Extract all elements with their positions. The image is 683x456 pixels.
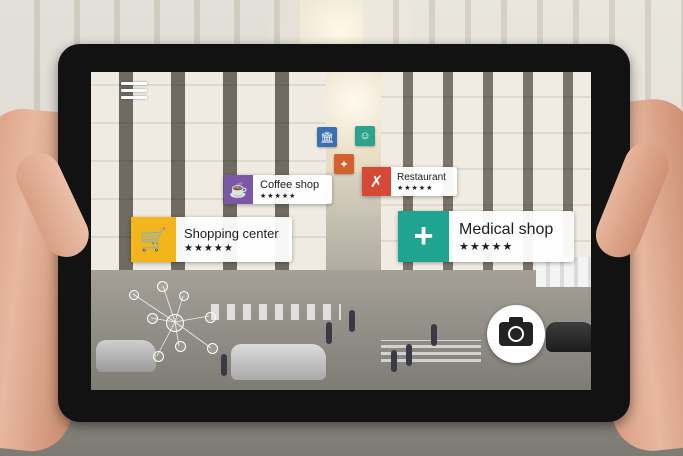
pedestrian [221, 354, 227, 376]
coffee-cup-icon: ☕ [224, 175, 253, 204]
poi-label: Shopping center [184, 225, 279, 241]
poi-card-shopping-center[interactable]: 🛒 Shopping center ★★★★★ [131, 217, 292, 262]
pedestrian [349, 310, 355, 332]
camera-button[interactable] [487, 305, 545, 363]
rating-stars: ★★★★★ [397, 184, 434, 192]
network-node [157, 281, 168, 292]
shopping-cart-icon: 🛒 [131, 217, 176, 262]
car [96, 340, 156, 372]
pedestrian [406, 344, 412, 366]
museum-icon[interactable]: 🏛 [317, 127, 337, 147]
medical-cross-icon: + [398, 211, 449, 262]
poi-label: Medical shop [459, 220, 554, 238]
hamburger-menu-icon[interactable] [121, 82, 147, 100]
rating-stars: ★★★★★ [260, 193, 297, 200]
network-node [179, 291, 189, 301]
network-node [207, 343, 218, 354]
network-node [147, 313, 158, 324]
pedestrian [326, 322, 332, 344]
network-node [153, 351, 164, 362]
cocktail-icon[interactable]: ✦ [334, 154, 354, 174]
pedestrian [391, 350, 397, 372]
theatre-masks-icon[interactable]: ☺ [355, 126, 375, 146]
pedestrian [431, 324, 437, 346]
rating-stars: ★★★★★ [459, 240, 514, 253]
poi-card-coffee-shop[interactable]: ☕ Coffee shop ★★★★★ [224, 175, 332, 204]
car [231, 344, 326, 380]
network-node [129, 290, 139, 300]
poi-label: Restaurant [397, 171, 446, 183]
car [546, 322, 591, 352]
crosswalk [211, 304, 341, 320]
network-node [166, 314, 184, 332]
rating-stars: ★★★★★ [184, 242, 234, 254]
fork-knife-icon: ✗ [362, 167, 391, 196]
poi-label: Coffee shop [260, 179, 320, 191]
network-node [205, 312, 216, 323]
poi-card-restaurant[interactable]: ✗ Restaurant ★★★★★ [362, 167, 457, 196]
camera-icon [499, 317, 533, 346]
poi-card-medical-shop[interactable]: + Medical shop ★★★★★ [398, 211, 574, 262]
network-node [175, 341, 186, 352]
